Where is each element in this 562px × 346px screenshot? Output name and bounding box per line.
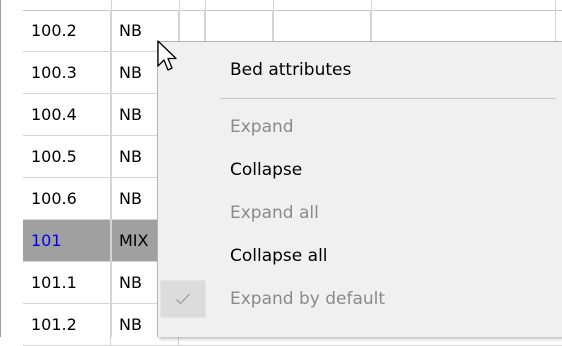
menu-item-label: Collapse all <box>230 246 328 266</box>
menu-item-expand-by-default[interactable]: Expand by default <box>158 278 562 320</box>
cell-id[interactable]: 101.2 <box>23 304 111 345</box>
menu-item-label: Expand by default <box>230 289 386 309</box>
cell-id[interactable]: 100.2 <box>23 10 111 51</box>
menu-item-bed-attributes[interactable]: Bed attributes <box>158 49 562 91</box>
cell-id[interactable]: 100.3 <box>23 52 111 93</box>
menu-separator <box>220 98 556 99</box>
menu-item-label: Collapse <box>230 160 303 180</box>
arrow-cursor-icon <box>157 40 177 71</box>
menu-item-collapse-all[interactable]: Collapse all <box>158 235 562 277</box>
checkmark-box <box>160 280 206 318</box>
column-divider <box>111 0 112 337</box>
checkmark-icon <box>175 293 191 305</box>
menu-item-label: Expand all <box>230 203 319 223</box>
menu-item-label: Expand <box>230 117 294 137</box>
cell-id[interactable]: 100.4 <box>23 94 111 135</box>
context-menu: Bed attributes Expand Collapse Expand al… <box>157 41 562 337</box>
menu-item-label: Bed attributes <box>230 60 352 80</box>
cell-id[interactable]: 101 <box>23 220 111 261</box>
cell-id[interactable]: 100.6 <box>23 178 111 219</box>
cell-id[interactable]: 100.5 <box>23 136 111 177</box>
menu-item-expand[interactable]: Expand <box>158 106 562 148</box>
cell-id[interactable]: 101.1 <box>23 262 111 303</box>
menu-item-collapse[interactable]: Collapse <box>158 149 562 191</box>
menu-item-expand-all[interactable]: Expand all <box>158 192 562 234</box>
